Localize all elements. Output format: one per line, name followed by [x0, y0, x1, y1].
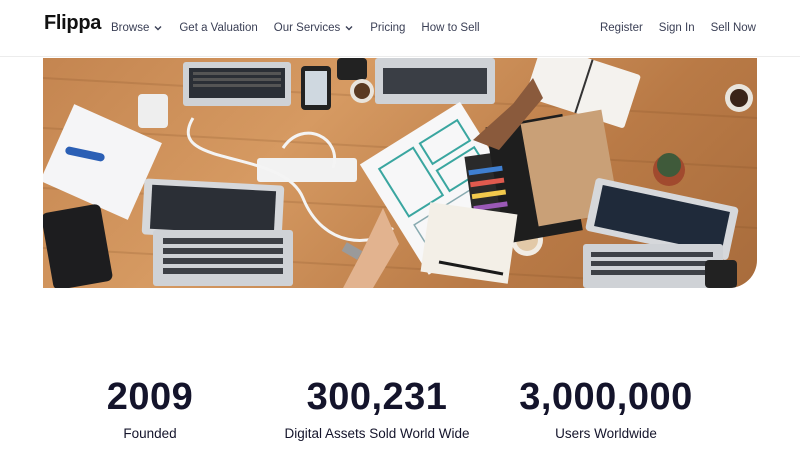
- laptop-bottom-left: [141, 178, 293, 286]
- stat-founded: 2009 Founded: [76, 370, 224, 441]
- laptop-top-left: [183, 62, 291, 106]
- nav-our-services[interactable]: Our Services: [274, 22, 354, 34]
- account-nav: Register Sign In Sell Now: [584, 0, 756, 56]
- stat-value: 300,231: [306, 376, 448, 418]
- chevron-down-icon: [154, 26, 162, 31]
- nav-browse-label: Browse: [111, 22, 150, 34]
- nav-how-to-sell[interactable]: How to Sell: [421, 22, 479, 34]
- nav-pricing[interactable]: Pricing: [370, 22, 405, 34]
- flippa-logo[interactable]: Flippa: [44, 12, 101, 35]
- chevron-down-icon: [345, 26, 353, 31]
- stat-users: 3,000,000 Users Worldwide: [496, 370, 716, 441]
- register-link[interactable]: Register: [600, 22, 643, 34]
- nav-how-to-sell-label: How to Sell: [421, 22, 480, 34]
- desk-photo-illustration: [43, 58, 757, 288]
- stat-label: Digital Assets Sold World Wide: [284, 426, 470, 441]
- nav-pricing-label: Pricing: [370, 22, 406, 34]
- stat-label: Founded: [123, 426, 177, 441]
- main-nav: Browse Get a Valuation Our Services Pric…: [111, 0, 496, 56]
- stat-label: Users Worldwide: [555, 426, 657, 441]
- nav-get-valuation[interactable]: Get a Valuation: [179, 22, 257, 34]
- nav-our-services-label: Our Services: [273, 22, 341, 34]
- stats-section: 2009 Founded 300,231 Digital Assets Sold…: [0, 370, 800, 460]
- top-navigation-bar: Flippa Browse Get a Valuation Our Servic…: [0, 0, 800, 57]
- sign-in-link[interactable]: Sign In: [659, 22, 695, 34]
- laptop-top-center: [375, 58, 495, 104]
- stat-assets-sold: 300,231 Digital Assets Sold World Wide: [262, 370, 492, 441]
- hero-image: [43, 58, 757, 288]
- sell-now-link[interactable]: Sell Now: [711, 22, 756, 34]
- nav-browse[interactable]: Browse: [111, 22, 163, 34]
- stat-value: 3,000,000: [519, 376, 693, 418]
- stat-value: 2009: [106, 376, 194, 418]
- nav-get-valuation-label: Get a Valuation: [179, 22, 258, 34]
